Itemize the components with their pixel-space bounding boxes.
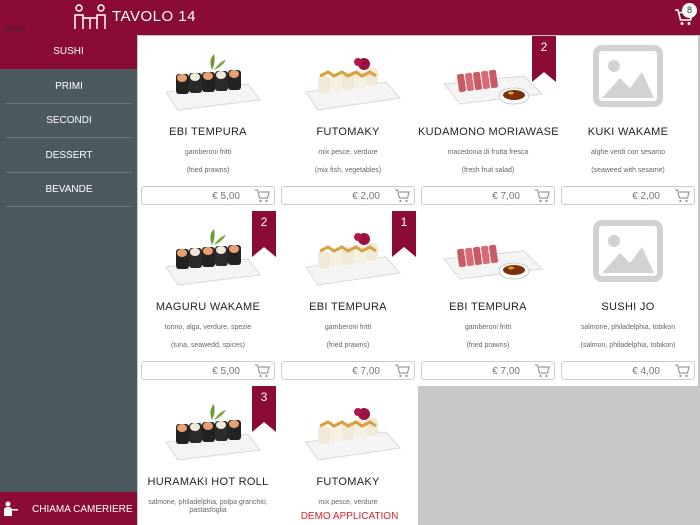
placeholder-image-icon — [558, 215, 698, 295]
product-description: mix pesce, verdure — [318, 499, 378, 506]
product-card[interactable]: EBI TEMPURA gamberoni fritti (fried praw… — [138, 36, 278, 211]
product-name: SUSHI JO — [601, 301, 655, 313]
add-to-cart-button[interactable]: € 4,00 — [561, 361, 695, 380]
uramaki-plate-image — [278, 390, 418, 470]
add-to-cart-button[interactable]: € 7,00 — [421, 361, 555, 380]
product-description: alghe verdi con sesamo — [591, 149, 665, 156]
cart-count-badge: 8 — [682, 3, 697, 18]
add-to-cart-button[interactable]: € 7,00 — [281, 361, 415, 380]
product-description-en: (fried prawns) — [466, 342, 510, 349]
product-price: € 5,00 — [212, 191, 240, 202]
product-description: tonno, alga, verdure, spezie — [164, 324, 252, 331]
table-title: TAVOLO 14 — [112, 8, 196, 25]
add-to-cart-button[interactable]: € 2,00 — [561, 186, 695, 205]
product-name: EBI TEMPURA — [169, 126, 247, 138]
product-name: KUDAMONO MORIAWASE — [418, 126, 559, 138]
add-to-cart-icon[interactable] — [394, 189, 410, 203]
add-to-cart-icon[interactable] — [254, 189, 270, 203]
product-description: gamberoni fritti — [324, 324, 372, 331]
add-to-cart-icon[interactable] — [394, 364, 410, 378]
product-name: EBI TEMPURA — [309, 301, 387, 313]
category-caption: SUSHI — [4, 26, 26, 33]
product-name: HURAMAKI HOT ROLL — [147, 476, 269, 488]
sidebar-item-dessert[interactable]: DESSERT — [6, 139, 132, 173]
product-price: € 7,00 — [492, 366, 520, 377]
product-card[interactable]: SUSHI JO salmone, philadelphia, tobikon … — [558, 211, 698, 386]
add-to-cart-icon[interactable] — [534, 189, 550, 203]
quantity-badge: 3 — [260, 390, 268, 404]
sidebar-item-sushi[interactable]: SUSHI — [0, 35, 137, 69]
sidebar-item-secondi[interactable]: SECONDI — [6, 104, 132, 138]
product-price: € 7,00 — [352, 366, 380, 377]
add-to-cart-icon[interactable] — [674, 189, 690, 203]
dining-table-icon — [74, 4, 106, 29]
product-price: € 7,00 — [492, 191, 520, 202]
product-card[interactable]: 3 HURAMAKI HOT ROLL salmone, philadelphi… — [138, 386, 278, 525]
demo-application-label: DEMO APPLICATION — [300, 511, 399, 522]
sidebar: SUSHI PRIMI SECONDI DESSERT BEVANDE — [0, 35, 137, 525]
call-waiter-button[interactable]: CHIAMA CAMERIERE — [0, 492, 137, 525]
product-description-en: (tuna, seawedd, spices) — [171, 342, 245, 349]
add-to-cart-button[interactable]: € 7,00 — [421, 186, 555, 205]
product-card[interactable]: 2 KUDAMONO MORIAWASE macedonia di frutta… — [418, 36, 559, 211]
uramaki-plate-image — [278, 40, 418, 120]
product-price: € 5,00 — [212, 366, 240, 377]
add-to-cart-button[interactable]: € 5,00 — [141, 361, 275, 380]
product-name: FUTOMAKY — [316, 126, 380, 138]
product-description: salmone, philadelphia, tobikon — [580, 324, 676, 331]
product-description: macedonia di frutta fresca — [447, 149, 529, 156]
add-to-cart-icon[interactable] — [534, 364, 550, 378]
product-description: mix pesce, verdure — [318, 149, 378, 156]
product-price: € 2,00 — [352, 191, 380, 202]
product-card[interactable]: FUTOMAKY mix pesce, verdure (mix fish, v… — [278, 36, 418, 211]
quantity-badge: 1 — [400, 215, 408, 229]
product-description-en: (fried prawns) — [326, 342, 370, 349]
product-name: MAGURU WAKAME — [155, 301, 261, 313]
product-description-en: (fresh fruit salad) — [461, 167, 515, 174]
product-name: FUTOMAKY — [316, 476, 380, 488]
product-card[interactable]: 2 MAGURU WAKAME tonno, alga, verdure, sp… — [138, 211, 278, 386]
quantity-badge: 2 — [540, 40, 548, 54]
sidebar-item-primi[interactable]: PRIMI — [6, 70, 132, 104]
add-to-cart-button[interactable]: € 2,00 — [281, 186, 415, 205]
product-description-en: (fried prawns) — [186, 167, 230, 174]
product-description-en: (salmon, philadelphia, tobikon) — [580, 342, 676, 349]
product-description-en: (seaweed with sesame) — [591, 167, 665, 174]
product-card[interactable]: KUKI WAKAME alghe verdi con sesamo (seaw… — [558, 36, 698, 211]
product-price: € 4,00 — [632, 366, 660, 377]
add-to-cart-icon[interactable] — [254, 364, 270, 378]
product-name: EBI TEMPURA — [449, 301, 527, 313]
product-description: gamberoni fritti — [464, 324, 512, 331]
product-name: KUKI WAKAME — [587, 126, 669, 138]
tataki-plate-image — [418, 215, 558, 295]
call-waiter-label: CHIAMA CAMERIERE — [32, 504, 133, 515]
maki-roll-plate-image — [138, 40, 278, 120]
add-to-cart-button[interactable]: € 5,00 — [141, 186, 275, 205]
waiter-icon — [4, 501, 18, 516]
product-price: € 2,00 — [632, 191, 660, 202]
quantity-badge: 2 — [260, 215, 268, 229]
add-to-cart-icon[interactable] — [674, 364, 690, 378]
product-description: gamberoni fritti — [184, 149, 232, 156]
product-description-en: (mix fish, vegetables) — [314, 167, 382, 174]
product-card[interactable]: FUTOMAKY mix pesce, verdure — [278, 386, 418, 525]
product-card[interactable]: EBI TEMPURA gamberoni fritti (fried praw… — [418, 211, 558, 386]
sidebar-item-bevande[interactable]: BEVANDE — [6, 173, 132, 207]
placeholder-image-icon — [558, 40, 698, 120]
product-card[interactable]: 1 EBI TEMPURA gamberoni fritti (fried pr… — [278, 211, 418, 386]
top-bar: TAVOLO 14 8 — [0, 0, 700, 35]
